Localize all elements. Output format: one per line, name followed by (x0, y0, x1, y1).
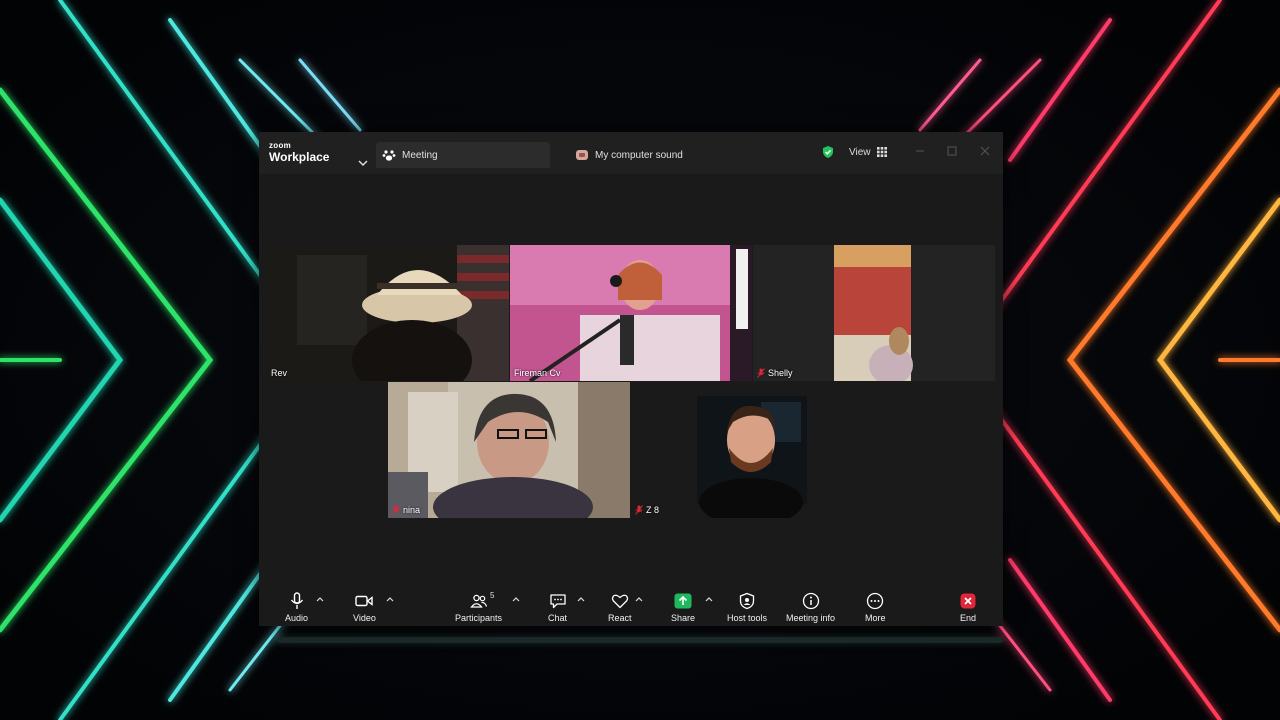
participants-icon (469, 594, 487, 608)
share-options-caret-icon[interactable] (705, 596, 713, 602)
participant-name: nina (392, 505, 420, 515)
heart-icon (611, 594, 628, 609)
host-tools-button[interactable]: Host tools (727, 592, 767, 623)
video-feed (388, 382, 630, 518)
microphone-icon (290, 592, 303, 609)
participants-label: Participants (455, 613, 503, 623)
more-icon (867, 592, 884, 610)
video-button[interactable]: Video (353, 592, 376, 623)
participants-options-caret-icon[interactable] (512, 596, 520, 602)
chat-options-caret-icon[interactable] (577, 596, 585, 602)
share-button[interactable]: Share (671, 592, 695, 623)
mic-muted-icon (635, 505, 643, 515)
participant-name: Fireman Cv (514, 368, 561, 378)
grid-icon (876, 147, 887, 157)
participant-name: Z 8 (635, 505, 659, 515)
video-feed (267, 245, 509, 381)
meeting-info-label: Meeting info (786, 613, 836, 623)
title-bar: zoom Workplace Meeting My computer sound (259, 132, 1003, 174)
react-button[interactable]: React (608, 592, 632, 623)
shield-icon (739, 592, 755, 610)
video-tile-shelly[interactable]: Shelly (753, 245, 995, 381)
participant-name: Shelly (757, 368, 793, 378)
more-button[interactable]: More (865, 592, 886, 623)
audio-label: Audio (285, 613, 309, 623)
share-label: Share (671, 613, 696, 623)
audio-options-caret-icon[interactable] (316, 596, 324, 602)
video-tile-nina[interactable]: nina (388, 382, 630, 518)
more-label: More (865, 613, 886, 623)
video-feed (631, 382, 873, 518)
brand-small-label: zoom (269, 141, 292, 150)
chat-bubble-icon (549, 594, 566, 609)
chevron-down-icon (358, 160, 368, 167)
shield-check-icon (823, 146, 833, 158)
video-label: Video (353, 613, 376, 623)
close-icon[interactable] (978, 144, 992, 158)
video-tile-rev[interactable]: Rev (267, 245, 509, 381)
end-meeting-icon (960, 593, 976, 609)
video-options-caret-icon[interactable] (386, 596, 394, 602)
video-camera-icon (355, 595, 374, 607)
maximize-icon[interactable] (945, 144, 959, 158)
info-icon (802, 592, 819, 610)
meeting-info-button[interactable]: Meeting info (786, 592, 835, 623)
video-feed (753, 245, 995, 381)
react-options-caret-icon[interactable] (635, 596, 643, 602)
chat-label: Chat (548, 613, 568, 623)
react-label: React (608, 613, 632, 623)
view-label: View (849, 146, 871, 158)
meeting-toolbar: Audio Video Participants 5 Chat React Sh… (259, 584, 1003, 626)
host-tools-label: Host tools (727, 613, 768, 623)
participants-count: 5 (490, 591, 495, 600)
tab-computer-sound[interactable]: My computer sound (569, 142, 759, 168)
minimize-icon[interactable] (913, 144, 927, 158)
video-tile-fireman-cv[interactable]: Fireman Cv (510, 245, 752, 381)
brand-label: Workplace (269, 150, 330, 164)
mic-muted-icon (392, 505, 400, 515)
participants-button[interactable]: Participants (455, 592, 502, 623)
tab-meeting-label: Meeting (402, 149, 438, 161)
sound-app-icon (576, 150, 588, 160)
share-screen-icon (674, 593, 692, 609)
paw-icon (382, 150, 396, 161)
end-button[interactable]: End (959, 592, 977, 623)
zoom-workplace-menu[interactable]: zoom Workplace (269, 141, 368, 167)
tab-computer-sound-label: My computer sound (595, 149, 683, 161)
zoom-window: zoom Workplace Meeting My computer sound (259, 132, 1003, 626)
end-label: End (959, 613, 976, 623)
video-tile-z8[interactable]: Z 8 (631, 382, 873, 518)
tab-meeting[interactable]: Meeting (376, 142, 550, 168)
audio-button[interactable]: Audio (285, 592, 308, 623)
view-button[interactable]: View (821, 144, 887, 160)
video-feed (510, 245, 752, 381)
participant-name: Rev (271, 368, 288, 378)
chat-button[interactable]: Chat (548, 592, 567, 623)
mic-muted-icon (757, 368, 765, 378)
